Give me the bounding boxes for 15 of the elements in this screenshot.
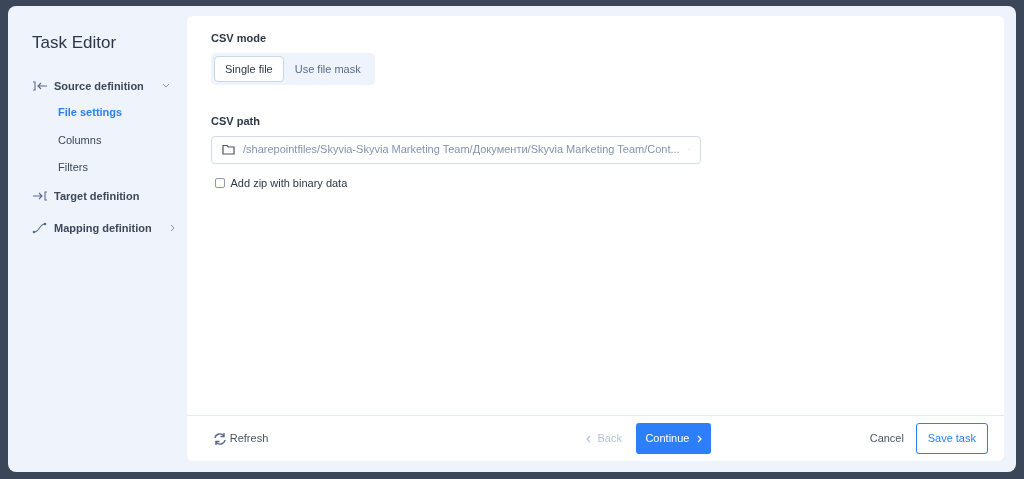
cancel-button[interactable]: Cancel — [860, 424, 913, 453]
field-label: CSV mode — [211, 31, 267, 46]
mode-option[interactable]: Use file mask — [283, 55, 372, 82]
nav-item[interactable]: Source definition — [54, 77, 144, 94]
dialog-title: Task Editor — [32, 32, 118, 54]
nav-item[interactable]: Target definition — [54, 187, 140, 204]
nav-subitem[interactable]: Filters — [58, 159, 187, 176]
refresh-button[interactable]: Refresh — [213, 424, 278, 453]
mode-option[interactable]: Single file — [214, 55, 284, 82]
continue-button[interactable]: Continue — [636, 423, 711, 454]
nav-item[interactable]: Mapping definition — [54, 220, 152, 237]
nav-subitem[interactable]: Columns — [58, 131, 187, 148]
field-label: CSV path — [211, 114, 261, 129]
save-task-button[interactable]: Save task — [915, 423, 988, 454]
zip-checkbox[interactable]: Add zip with binary data — [215, 174, 980, 191]
